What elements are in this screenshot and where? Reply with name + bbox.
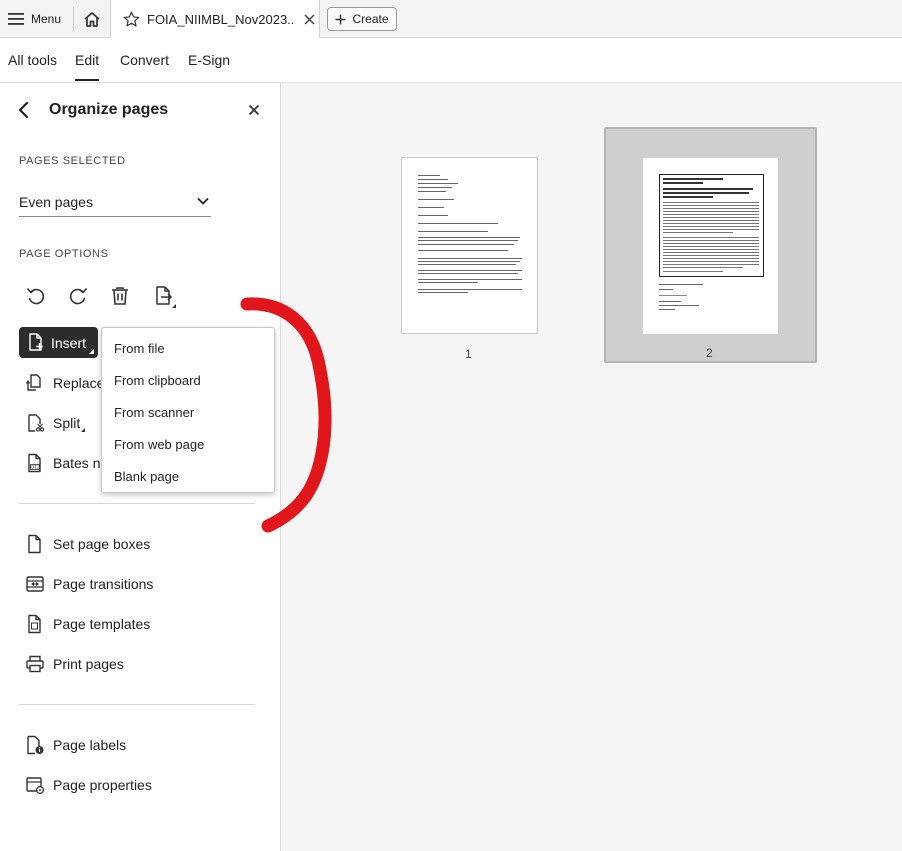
close-tab-icon[interactable]: [304, 14, 315, 25]
tab-e-sign[interactable]: E-Sign: [188, 52, 230, 68]
page-template-icon: [25, 614, 45, 634]
tab-edit[interactable]: Edit: [75, 52, 100, 81]
extract-pages-icon[interactable]: [153, 285, 176, 308]
page-transitions-icon: [25, 574, 45, 594]
divider: [19, 704, 255, 705]
trash-icon[interactable]: [109, 285, 131, 307]
pages-selected-label: PAGES SELECTED: [19, 155, 126, 167]
page-thumbnail-1[interactable]: [401, 157, 538, 334]
page-properties-icon: [25, 775, 45, 795]
rotate-clockwise-icon[interactable]: [67, 285, 89, 307]
create-label: Create: [352, 12, 389, 26]
menu-button[interactable]: Menu: [0, 0, 72, 38]
document-tab[interactable]: FOIA_NIIMBL_Nov2023...: [110, 0, 320, 39]
replace-button[interactable]: Replace: [25, 372, 104, 394]
set-page-boxes-label: Set page boxes: [53, 536, 151, 552]
tab-all-tools[interactable]: All tools: [8, 52, 57, 68]
page-properties-label: Page properties: [53, 777, 152, 793]
back-arrow-icon[interactable]: [16, 100, 32, 120]
page-transitions-label: Page transitions: [53, 576, 154, 592]
panel-title: Organize pages: [49, 101, 169, 118]
page-label-info-icon: [25, 735, 45, 755]
divider: [19, 503, 255, 504]
insert-page-icon: [28, 333, 45, 352]
submenu-indicator: [89, 349, 94, 354]
insert-button[interactable]: Insert: [19, 327, 98, 358]
red-bracket-annotation: [240, 290, 340, 540]
rotate-counterclockwise-icon[interactable]: [25, 285, 47, 307]
tab-convert[interactable]: Convert: [120, 52, 169, 68]
page-templates-label: Page templates: [53, 616, 151, 632]
page-labels-label: Page labels: [53, 737, 127, 753]
plus-icon: [335, 14, 346, 25]
printer-icon: [25, 654, 45, 674]
submenu-indicator: [81, 428, 85, 432]
create-button[interactable]: Create: [327, 7, 397, 31]
split-label: Split: [53, 415, 81, 431]
insert-label: Insert: [51, 334, 87, 351]
divider: [73, 7, 74, 31]
menu-item-from-web-page[interactable]: From web page: [114, 437, 204, 452]
top-bar: Menu FOIA_NIIMBL_Nov2023... Create: [0, 0, 902, 39]
page-number-1: 1: [465, 347, 472, 361]
document-tab-title: FOIA_NIIMBL_Nov2023...: [147, 12, 293, 27]
menu-item-from-scanner[interactable]: From scanner: [114, 405, 194, 420]
page-thumbnail-2-selected[interactable]: 2: [604, 127, 817, 363]
split-button[interactable]: Split: [25, 412, 85, 434]
replace-page-icon: [25, 373, 45, 393]
home-button[interactable]: [78, 7, 106, 31]
menu-item-blank-page[interactable]: Blank page: [114, 469, 179, 484]
replace-label: Replace: [53, 375, 105, 391]
home-icon: [83, 11, 101, 28]
set-page-boxes-button[interactable]: Set page boxes: [25, 533, 150, 555]
page-labels-button[interactable]: Page labels: [25, 734, 126, 756]
close-panel-icon[interactable]: [246, 102, 262, 118]
split-scissors-icon: [25, 413, 45, 433]
page-number-2: 2: [706, 346, 713, 360]
page-thumbnail-area: 1 2: [281, 83, 902, 851]
print-pages-label: Print pages: [53, 656, 124, 672]
page-properties-button[interactable]: Page properties: [25, 774, 152, 796]
print-pages-button[interactable]: Print pages: [25, 653, 124, 675]
page-options-label: PAGE OPTIONS: [19, 248, 109, 260]
pages-selected-value: Even pages: [19, 194, 93, 210]
menu-item-from-file[interactable]: From file: [114, 341, 165, 356]
star-icon[interactable]: [123, 11, 140, 28]
bates-number-icon: 012: [25, 453, 45, 473]
page-templates-button[interactable]: Page templates: [25, 613, 150, 635]
tool-tabs: All tools Edit Convert E-Sign: [0, 38, 902, 83]
svg-text:012: 012: [31, 465, 40, 471]
crop-page-icon: [25, 534, 45, 554]
panel-header: Organize pages: [0, 83, 281, 137]
page-thumbnail-2: [643, 158, 778, 334]
page-transitions-button[interactable]: Page transitions: [25, 573, 153, 595]
menu-label: Menu: [31, 12, 62, 26]
bates-numbering-button[interactable]: 012 Bates nu: [25, 452, 108, 474]
pages-selected-dropdown[interactable]: Even pages: [19, 187, 211, 217]
hamburger-icon: [8, 12, 24, 26]
menu-item-from-clipboard[interactable]: From clipboard: [114, 373, 201, 388]
chevron-down-icon: [197, 197, 209, 205]
bates-label: Bates nu: [53, 455, 109, 471]
